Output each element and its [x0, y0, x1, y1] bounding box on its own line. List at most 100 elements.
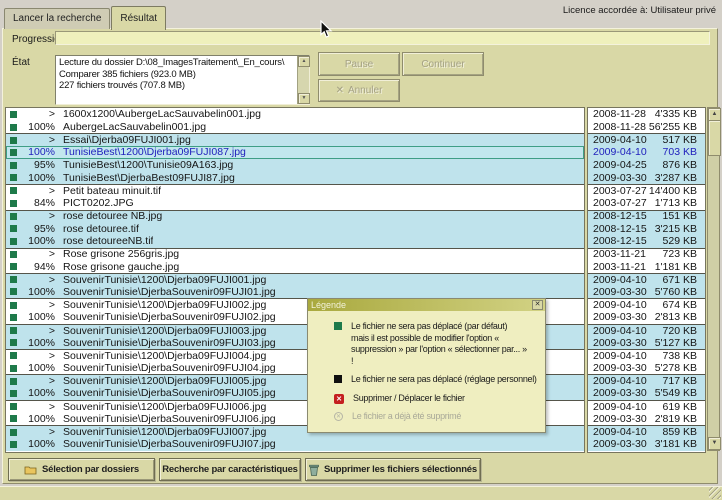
table-row[interactable]: 100%SouvenirTunisie\DjerbaSouvenir09FUJI…: [6, 286, 584, 299]
green-square-icon: [10, 276, 17, 283]
match-percent: >: [25, 108, 55, 120]
file-name: SouvenirTunisie\DjerbaSouvenir09FUJI06.j…: [63, 413, 276, 425]
match-percent: 100%: [25, 235, 55, 247]
table-row-meta[interactable]: 2003-07-2714'400 KB: [588, 184, 705, 197]
table-row[interactable]: >Essai\Djerba09FUJI001.jpg: [6, 133, 584, 146]
close-icon[interactable]: ✕: [532, 300, 543, 310]
table-row[interactable]: 100%rose detoureeNB.tif: [6, 235, 584, 248]
gray-deleted-icon: [334, 412, 343, 421]
file-date: 2009-04-10: [593, 134, 647, 146]
table-row-meta[interactable]: 2009-04-10671 KB: [588, 273, 705, 286]
tab-lancer-la-recherche[interactable]: Lancer la recherche: [4, 8, 110, 29]
table-row-meta[interactable]: 2009-04-10859 KB: [588, 425, 705, 438]
table-row-meta[interactable]: 2009-03-305'760 KB: [588, 286, 705, 299]
table-row-meta[interactable]: 2008-12-15151 KB: [588, 210, 705, 223]
table-row-meta[interactable]: 2009-03-305'278 KB: [588, 362, 705, 375]
match-percent: >: [25, 325, 55, 337]
table-row[interactable]: 100%TunisieBest\1200\Djerba09FUJI087.jpg: [6, 146, 584, 159]
file-size: 517 KB: [663, 134, 697, 146]
state-label: État: [12, 57, 30, 68]
table-row-meta[interactable]: 2009-04-10674 KB: [588, 298, 705, 311]
file-name: Rose grisone 256gris.jpg: [63, 248, 179, 260]
table-row[interactable]: 100%SouvenirTunisie\DjerbaSouvenir09FUJI…: [6, 438, 584, 451]
search-by-criteria-button[interactable]: Recherche par caractéristiques: [159, 458, 301, 481]
table-row[interactable]: 84%PICT0202.JPG: [6, 197, 584, 210]
tab-bar: Lancer la rechercheRésultat: [4, 2, 167, 29]
table-row-meta[interactable]: 2009-04-10 517 KB: [588, 133, 705, 146]
file-size: 3'215 KB: [655, 223, 697, 235]
green-square-icon: [10, 302, 17, 309]
table-row[interactable]: >1600x1200\AubergeLacSauvabelin001.jpg: [6, 108, 584, 121]
scroll-up-icon[interactable]: ▲: [298, 56, 310, 67]
table-row-meta[interactable]: 2003-11-21723 KB: [588, 248, 705, 261]
green-square-icon: [10, 327, 17, 334]
table-row-meta[interactable]: 2009-03-303'287 KB: [588, 171, 705, 184]
tab-r-sultat[interactable]: Résultat: [111, 6, 166, 30]
file-date: 2009-03-30: [593, 172, 647, 184]
status-bar: [0, 486, 722, 500]
file-date: 2009-04-10: [593, 426, 647, 438]
table-row[interactable]: >Rose grisone 256gris.jpg: [6, 248, 584, 261]
list-scrollbar[interactable]: ▲ ▼: [707, 107, 720, 451]
resize-grip-icon[interactable]: [709, 487, 721, 499]
table-row-meta[interactable]: 2008-12-15529 KB: [588, 235, 705, 248]
green-square-icon: [334, 322, 342, 330]
table-row-meta[interactable]: 2008-12-153'215 KB: [588, 222, 705, 235]
legend-titlebar[interactable]: Légende ✕: [308, 299, 545, 311]
table-row-meta[interactable]: 2009-04-10703 KB: [588, 146, 705, 159]
status-text: Lecture du dossier D:\08_ImagesTraitemen…: [56, 56, 297, 104]
green-square-icon: [10, 365, 17, 372]
table-row-meta[interactable]: 2009-03-305'549 KB: [588, 387, 705, 400]
file-name: TunisieBest\1200\Djerba09FUJI087.jpg: [63, 146, 246, 158]
table-row-meta[interactable]: 2009-04-25876 KB: [588, 159, 705, 172]
status-scrollbar[interactable]: ▲ ▼: [297, 56, 309, 104]
table-row[interactable]: 94%Rose grisone gauche.jpg: [6, 260, 584, 273]
table-row[interactable]: 100%TunisieBest\DjerbaBest09FUJI87.jpg: [6, 171, 584, 184]
table-row[interactable]: 95%TunisieBest\1200\Tunisie09A163.jpg: [6, 159, 584, 172]
table-row-meta[interactable]: 2003-11-211'181 KB: [588, 260, 705, 273]
table-row[interactable]: >rose detouree NB.jpg: [6, 210, 584, 223]
table-row-meta[interactable]: 2009-03-303'181 KB: [588, 438, 705, 451]
file-size: 671 KB: [663, 274, 697, 286]
green-square-icon: [10, 149, 17, 156]
black-square-icon: [334, 375, 342, 383]
table-row-meta[interactable]: 2009-04-10738 KB: [588, 349, 705, 362]
table-row-meta[interactable]: 2003-07-271'713 KB: [588, 197, 705, 210]
recycle-bin-icon: [309, 464, 319, 476]
file-date: 2003-11-21: [593, 261, 646, 273]
green-square-icon: [10, 352, 17, 359]
match-percent: 100%: [25, 362, 55, 374]
table-row-meta[interactable]: 2009-04-10720 KB: [588, 324, 705, 337]
file-size: 5'760 KB: [655, 286, 697, 298]
scroll-down-icon[interactable]: ▼: [298, 93, 310, 104]
table-row[interactable]: >Petit bateau minuit.tif: [6, 184, 584, 197]
table-row-meta[interactable]: 2009-04-10717 KB: [588, 374, 705, 387]
table-row-meta[interactable]: 2009-03-302'819 KB: [588, 413, 705, 426]
file-name: Rose grisone gauche.jpg: [63, 261, 179, 273]
file-name: SouvenirTunisie\DjerbaSouvenir09FUJI05.j…: [63, 387, 276, 399]
continue-button[interactable]: Continuer: [402, 52, 484, 76]
file-date: 2009-04-25: [593, 159, 647, 171]
table-row-meta[interactable]: 2009-03-302'813 KB: [588, 311, 705, 324]
scroll-down-icon[interactable]: ▼: [708, 437, 721, 450]
table-row-meta[interactable]: 2009-03-305'127 KB: [588, 336, 705, 349]
file-size: 717 KB: [663, 375, 697, 387]
scrollbar-thumb[interactable]: [708, 120, 721, 156]
delete-selected-files-button[interactable]: Supprimer les fichiers sélectionnés: [305, 458, 481, 481]
table-row[interactable]: 100%AubergeLacSauvabelin001.jpg: [6, 121, 584, 134]
status-box[interactable]: Lecture du dossier D:\08_ImagesTraitemen…: [55, 55, 310, 105]
table-row-meta[interactable]: 2008-11-2856'255 KB: [588, 121, 705, 134]
legend-item: Supprimer / Déplacer le fichier: [334, 393, 541, 405]
match-percent: 100%: [25, 311, 55, 323]
table-row[interactable]: 95%rose detouree.tif: [6, 222, 584, 235]
table-row[interactable]: >SouvenirTunisie\1200\Djerba09FUJI001.jp…: [6, 273, 584, 286]
table-row-meta[interactable]: 2009-04-10619 KB: [588, 400, 705, 413]
cancel-button[interactable]: ✕ Annuler: [318, 79, 400, 102]
table-row-meta[interactable]: 2008-11-284'335 KB: [588, 108, 705, 121]
pause-button[interactable]: Pause: [318, 52, 400, 76]
green-square-icon: [10, 429, 17, 436]
select-by-folders-button[interactable]: Sélection par dossiers: [8, 458, 155, 481]
file-name: SouvenirTunisie\1200\Djerba09FUJI005.jpg: [63, 375, 266, 387]
file-size: 56'255 KB: [649, 121, 697, 133]
match-percent: >: [25, 210, 55, 222]
